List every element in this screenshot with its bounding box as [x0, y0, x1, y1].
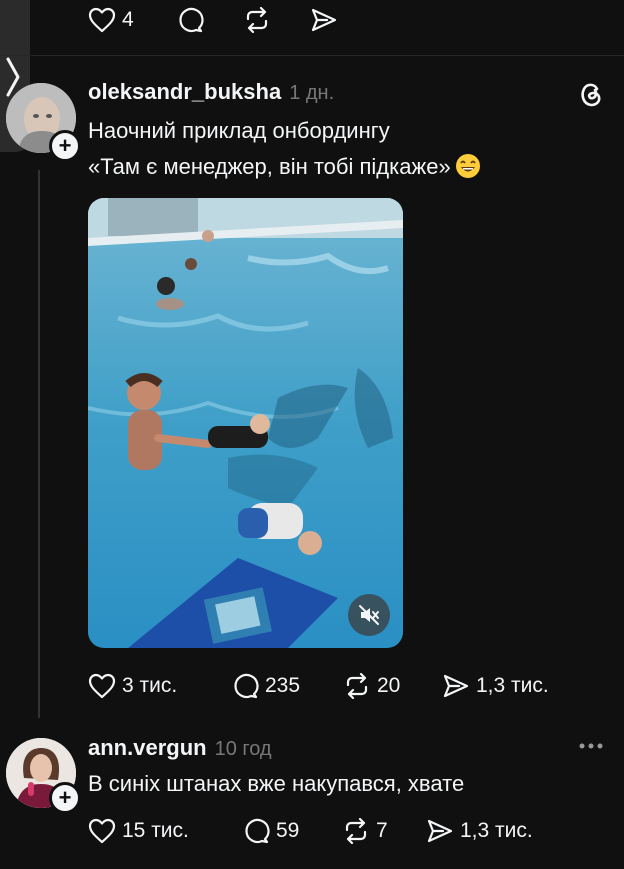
- repost-button[interactable]: 20: [343, 673, 400, 699]
- comment-icon: [179, 7, 204, 33]
- grinning-face-emoji-icon: [455, 153, 481, 179]
- reply-button[interactable]: 59: [242, 818, 299, 844]
- post-video[interactable]: [88, 198, 403, 648]
- post-text-line-1: Наочний приклад онбордингу: [88, 118, 390, 143]
- share-button[interactable]: 1,3 тис.: [426, 818, 533, 844]
- username[interactable]: ann.vergun: [88, 735, 207, 760]
- post-quote: «Там є менеджер, він тобі підкаже»: [88, 154, 451, 179]
- reply-count: 59: [276, 819, 300, 842]
- repost-count: 7: [376, 819, 388, 842]
- send-icon: [443, 674, 469, 698]
- heart-icon: [88, 7, 116, 33]
- like-count: 15 тис.: [122, 819, 189, 842]
- repost-button[interactable]: 7: [342, 818, 388, 844]
- repost-count: 20: [377, 674, 401, 697]
- repost-button[interactable]: [243, 7, 271, 33]
- like-button[interactable]: 3 тис.: [88, 673, 177, 699]
- divider: [0, 55, 624, 56]
- follow-plus-button[interactable]: +: [49, 130, 81, 162]
- speaker-muted-icon: [359, 605, 379, 625]
- reply-button[interactable]: [176, 7, 204, 33]
- comment-icon: [245, 818, 270, 844]
- share-button[interactable]: [310, 7, 338, 33]
- username[interactable]: oleksandr_buksha: [88, 79, 281, 104]
- repost-icon: [246, 7, 268, 33]
- video-frame-pool: [88, 198, 403, 648]
- like-button[interactable]: 4: [88, 7, 134, 33]
- send-icon: [311, 8, 337, 32]
- heart-icon: [88, 673, 116, 699]
- repost-icon: [346, 673, 368, 699]
- reply-button[interactable]: 235: [231, 673, 300, 699]
- mute-toggle-button[interactable]: [348, 594, 390, 636]
- timestamp: 10 год: [214, 738, 272, 760]
- follow-plus-button[interactable]: +: [49, 782, 81, 814]
- reply-count: 235: [265, 674, 301, 697]
- post-text-line-2: «Там є менеджер, він тобі підкаже»: [88, 151, 481, 183]
- like-button[interactable]: 15 тис.: [88, 818, 189, 844]
- share-count: 1,3 тис.: [476, 674, 549, 697]
- post-header: oleksandr_buksha 1 дн.: [88, 79, 334, 105]
- reply-text: В синіх штанах вже накупався, хвате: [88, 771, 465, 796]
- comment-icon: [234, 673, 259, 699]
- share-button[interactable]: 1,3 тис.: [442, 673, 549, 699]
- timestamp: 1 дн.: [289, 82, 335, 104]
- heart-icon: [88, 818, 116, 844]
- more-options-icon[interactable]: [578, 742, 604, 750]
- like-count: 3 тис.: [122, 674, 178, 697]
- threads-logo-icon[interactable]: [578, 80, 604, 108]
- reply-header: ann.vergun 10 год: [88, 735, 272, 761]
- repost-icon: [345, 818, 367, 844]
- send-icon: [427, 819, 453, 843]
- thread-line: [38, 170, 40, 718]
- like-count: 4: [122, 8, 134, 31]
- share-count: 1,3 тис.: [460, 819, 533, 842]
